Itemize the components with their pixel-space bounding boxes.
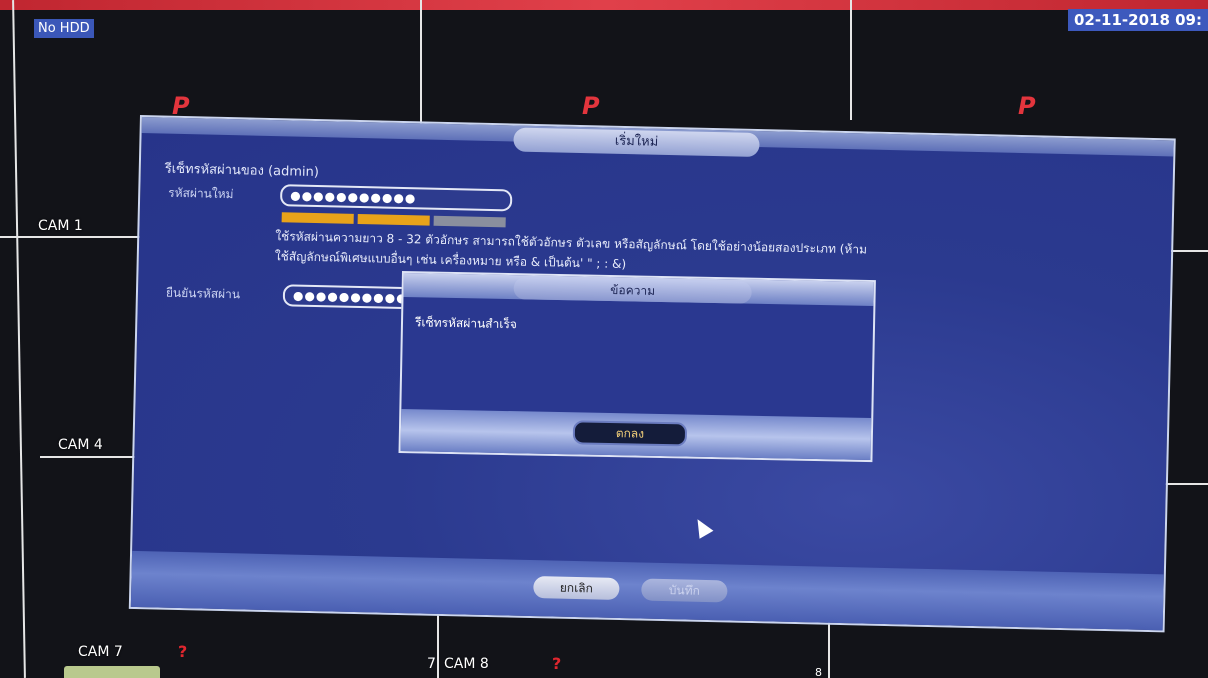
dvr-screen: No HDD 02-11-2018 09: P P P CAM 1 CAM 4 … <box>0 0 1208 678</box>
cancel-button[interactable]: ยกเลิก <box>533 576 620 600</box>
dialog-title: เริ่มใหม่ <box>513 127 760 158</box>
strength-bar-1 <box>281 212 354 224</box>
message-title: ข้อความ <box>513 277 752 304</box>
strength-bar-2 <box>357 213 430 226</box>
cam-label-4: CAM 4 <box>58 437 103 453</box>
message-text: รีเซ็ทรหัสผ่านสำเร็จ <box>414 315 518 332</box>
grid-divider <box>0 236 145 238</box>
grid-divider <box>12 0 26 678</box>
brand-logo: P <box>1018 92 1036 120</box>
top-banner <box>0 0 1208 10</box>
reset-subtitle: รีเซ็ทรหัสผ่านของ (admin) <box>164 161 320 181</box>
brand-logo: P <box>582 92 600 120</box>
new-password-field[interactable]: ●●●●●●●●●●● <box>279 184 513 212</box>
cam-label-7: CAM 7 <box>78 644 123 660</box>
bottom-tab <box>64 666 160 678</box>
hdd-status-badge: No HDD <box>34 19 94 38</box>
grid-divider <box>1165 483 1208 485</box>
grid-divider <box>420 0 422 125</box>
cam-label-8: CAM 8 <box>444 656 489 672</box>
confirm-password-label: ยืนยันรหัสผ่าน <box>165 285 241 302</box>
grid-divider <box>850 0 852 120</box>
channel-number: 7 <box>427 656 436 672</box>
message-dialog: ข้อความ รีเซ็ทรหัสผ่านสำเร็จ ตกลง <box>398 271 876 463</box>
cam-label-1: CAM 1 <box>38 218 83 234</box>
channel-number: 8 <box>815 666 822 678</box>
new-password-label: รหัสผ่านใหม่ <box>168 185 234 202</box>
strength-bar-3 <box>433 215 506 228</box>
no-signal-icon: ? <box>552 654 562 673</box>
datetime-display: 02-11-2018 09: <box>1067 9 1208 31</box>
no-signal-icon: ? <box>178 642 188 661</box>
save-button[interactable]: บันทึก <box>641 578 728 603</box>
brand-logo: P <box>172 92 190 120</box>
ok-button[interactable]: ตกลง <box>572 420 688 447</box>
